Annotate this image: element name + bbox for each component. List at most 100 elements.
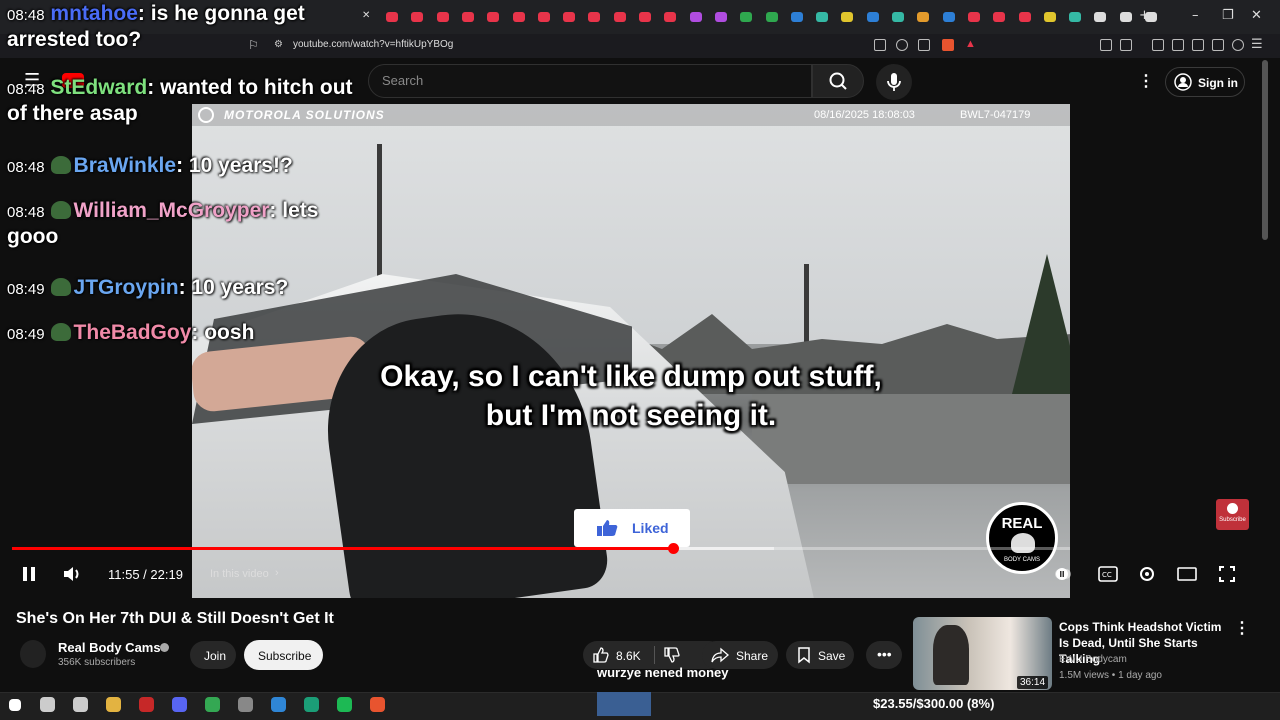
tab-favicon-icon[interactable]	[917, 12, 930, 22]
menu-icon[interactable]: ☰	[1251, 37, 1263, 52]
steam-icon[interactable]	[271, 697, 286, 712]
brave-icon[interactable]	[370, 697, 385, 712]
tab-favicon-icon[interactable]	[790, 12, 803, 22]
media-icon[interactable]	[1152, 39, 1164, 51]
spotify-icon[interactable]	[337, 697, 352, 712]
recommended-channel[interactable]: EWU Bodycam	[1059, 654, 1127, 665]
svg-text:CC: CC	[1102, 571, 1112, 579]
obs-icon[interactable]	[139, 697, 154, 712]
chat-message: 08:48 mntahoe: is he gonna get arrested …	[7, 2, 305, 51]
thumbs-down-icon[interactable]	[663, 646, 681, 664]
restore-button[interactable]: ❐	[1222, 8, 1234, 23]
app-icon[interactable]	[238, 697, 253, 712]
tab-favicon-icon[interactable]	[512, 12, 525, 22]
utility-pole	[377, 144, 382, 284]
file-explorer-icon[interactable]	[106, 697, 121, 712]
tab-favicon-icon[interactable]	[689, 12, 702, 22]
tab-favicon-icon[interactable]	[967, 12, 980, 22]
tab-favicon-icon[interactable]	[386, 12, 398, 22]
chat-message: 08:48 StEdward: wanted to hitch out of t…	[7, 76, 353, 125]
close-window-button[interactable]: ✕	[1251, 8, 1262, 23]
subscriber-count: 356K subscribers	[58, 657, 136, 668]
tab-favicon-icon[interactable]	[765, 12, 778, 22]
chrome-icon[interactable]	[205, 697, 220, 712]
tab-favicon-icon[interactable]	[1018, 12, 1031, 22]
tab-favicon-icon[interactable]	[993, 12, 1006, 22]
pause-icon[interactable]	[20, 565, 38, 583]
share-page-icon[interactable]	[918, 39, 930, 51]
more-actions-button[interactable]: •••	[866, 641, 902, 669]
tab-favicon-icon[interactable]	[487, 12, 500, 22]
minimize-button[interactable]: –	[1192, 8, 1199, 23]
bodycam-timestamp: 08/16/2025 18:08:03	[814, 109, 915, 121]
search-input[interactable]	[368, 64, 812, 98]
liked-label: Liked	[632, 520, 669, 536]
settings-gear-icon[interactable]	[1138, 565, 1156, 583]
tab-favicon-icon[interactable]	[411, 12, 424, 22]
captions-icon[interactable]: CC	[1098, 566, 1118, 582]
save-button[interactable]: Save	[786, 641, 854, 669]
tab-favicon-icon[interactable]	[588, 12, 601, 22]
video-player[interactable]: MOTOROLA SOLUTIONS 08/16/2025 18:08:03 B…	[192, 104, 1070, 598]
discord-icon[interactable]	[172, 697, 187, 712]
pepe-emote-icon	[50, 278, 71, 296]
new-tab-button[interactable]: +	[1139, 8, 1150, 23]
wallet-icon[interactable]	[1120, 39, 1132, 51]
autoplay-toggle-icon[interactable]	[1055, 567, 1071, 581]
tab-favicon-icon[interactable]	[942, 12, 955, 22]
chat-time: 08:49	[7, 326, 45, 343]
tab-favicon-icon[interactable]	[1094, 12, 1107, 22]
windows-start-icon[interactable]	[9, 699, 21, 711]
chat-text: is he gonna get	[150, 2, 305, 25]
search-icon[interactable]	[40, 697, 55, 712]
channel-avatar[interactable]	[20, 640, 46, 668]
theater-mode-icon[interactable]	[1177, 566, 1197, 582]
more-options-icon[interactable]: ⋮	[1138, 71, 1154, 91]
tabs-icon[interactable]	[1192, 39, 1204, 51]
tab-favicon-icon[interactable]	[1069, 12, 1082, 22]
extensions-icon[interactable]	[1100, 39, 1112, 51]
tab-favicon-icon[interactable]	[866, 12, 879, 22]
vpn-icon[interactable]	[1232, 39, 1244, 51]
tab-favicon-icon[interactable]	[664, 12, 677, 22]
tab-favicon-icon[interactable]	[1119, 12, 1132, 22]
tab-favicon-icon[interactable]	[639, 12, 651, 22]
edge-icon[interactable]	[304, 697, 319, 712]
in-this-video-button[interactable]: In this video ›	[203, 562, 283, 586]
stream-overlay-text: wurzye nened money	[597, 665, 729, 680]
tab-favicon-icon[interactable]	[816, 12, 829, 22]
tab-favicon-icon[interactable]	[563, 12, 576, 22]
volume-icon[interactable]	[62, 564, 84, 584]
close-tab-icon[interactable]: ✕	[362, 10, 370, 21]
url-text[interactable]: youtube.com/watch?v=hftikUpYBOg	[293, 39, 453, 50]
join-button[interactable]: Join	[190, 641, 236, 669]
chat-time: 08:48	[7, 81, 45, 98]
brave-rewards-icon[interactable]: ▲	[965, 38, 976, 50]
tab-favicon-icon[interactable]	[461, 12, 474, 22]
voice-search-button[interactable]	[876, 64, 912, 100]
zoom-icon[interactable]	[896, 39, 908, 51]
subscribe-button[interactable]: Subscribe	[244, 640, 323, 670]
tab-favicon-icon[interactable]	[714, 12, 727, 22]
tab-favicon-icon[interactable]	[613, 12, 626, 22]
sign-in-button[interactable]: Sign in	[1165, 67, 1245, 97]
recommended-menu-icon[interactable]: ⋮	[1234, 618, 1250, 638]
channel-name[interactable]: Real Body Cams	[58, 640, 161, 655]
pepe-emote-icon	[50, 323, 71, 341]
page-scrollbar[interactable]	[1262, 60, 1268, 240]
leo-icon[interactable]	[1212, 39, 1224, 51]
task-view-icon[interactable]	[73, 697, 88, 712]
tab-favicon-icon[interactable]	[537, 12, 550, 22]
tab-favicon-icon[interactable]	[740, 12, 753, 22]
subscribe-floating-button[interactable]: Subscribe	[1216, 499, 1249, 530]
tab-favicon-icon[interactable]	[841, 12, 854, 22]
tab-favicon-icon[interactable]	[436, 12, 449, 22]
sidebar-icon[interactable]	[1172, 39, 1184, 51]
fullscreen-icon[interactable]	[1218, 565, 1236, 583]
search-button[interactable]	[812, 64, 864, 98]
tab-favicon-icon[interactable]	[1043, 12, 1056, 22]
cast-icon[interactable]	[874, 39, 886, 51]
brave-shield-icon[interactable]	[942, 39, 954, 51]
tab-favicon-icon[interactable]	[892, 12, 904, 22]
liked-popup: Liked	[574, 509, 690, 547]
